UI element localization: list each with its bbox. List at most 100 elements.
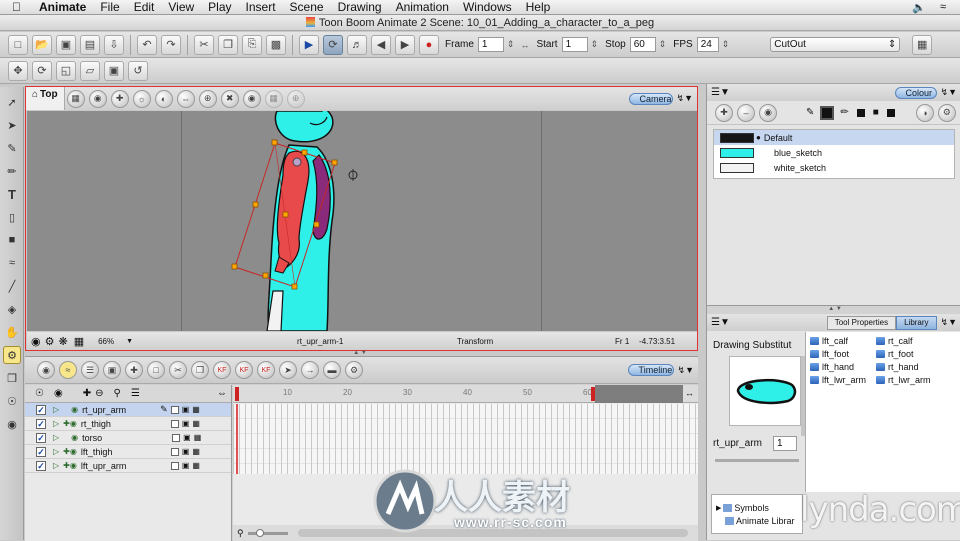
- start-field[interactable]: 1: [561, 37, 588, 52]
- zoom-dropdown-icon[interactable]: ▼: [126, 338, 133, 345]
- ease-icon[interactable]: ▬: [323, 361, 341, 379]
- workspace-select[interactable]: CutOut ⇕: [770, 37, 901, 52]
- stop-field[interactable]: 60: [629, 37, 656, 52]
- layer-settings-icon[interactable]: ▦: [192, 419, 200, 428]
- lock-icon[interactable]: ▣: [103, 361, 121, 379]
- frame-stepper[interactable]: ⇕: [507, 39, 515, 50]
- lock-icon[interactable]: ▣: [182, 405, 190, 414]
- frame-cells[interactable]: [233, 404, 698, 474]
- rotate-icon[interactable]: ⟳: [32, 60, 52, 81]
- line-icon[interactable]: ╱: [3, 277, 21, 295]
- add-keyframe-icon[interactable]: KF: [257, 361, 275, 379]
- current-colour-swatch[interactable]: [820, 105, 835, 120]
- library-item[interactable]: rt_calf: [876, 334, 931, 347]
- expand-icon[interactable]: ▷: [53, 405, 59, 414]
- layer-settings-icon[interactable]: ▦: [194, 433, 202, 442]
- library-item[interactable]: lft_lwr_arm: [810, 373, 872, 386]
- expand-timeline-icon[interactable]: ↔: [685, 388, 694, 398]
- fill-swatch-alt[interactable]: [886, 108, 895, 117]
- flip-icon[interactable]: ⇔: [176, 89, 195, 108]
- library-item[interactable]: rt_hand: [876, 360, 931, 373]
- collapse-icon[interactable]: ⇔: [217, 388, 227, 399]
- layer-row[interactable]: ✓ ▷ ◉ torso ▣ ▦: [25, 431, 231, 445]
- open-folder-icon[interactable]: 📂: [32, 34, 52, 55]
- library-item[interactable]: rt_foot: [876, 347, 931, 360]
- palette-icon[interactable]: ◉: [759, 103, 777, 122]
- layer-visible-checkbox[interactable]: ✓: [36, 446, 46, 457]
- lock-icon[interactable]: ▣: [182, 461, 190, 470]
- layer-color-swatch[interactable]: [170, 447, 179, 456]
- redo-icon[interactable]: ↷: [161, 34, 181, 55]
- layer-name[interactable]: rt_upr_arm: [82, 405, 160, 415]
- layer-color-swatch[interactable]: [170, 405, 179, 414]
- brush-swatch-icon[interactable]: ✎: [806, 107, 814, 118]
- layer-name[interactable]: lft_upr_arm: [81, 461, 159, 471]
- library-item[interactable]: lft_foot: [810, 347, 872, 360]
- layer-visible-checkbox[interactable]: ✓: [36, 404, 46, 415]
- library-item[interactable]: lft_calf: [810, 334, 872, 347]
- colour-swatch[interactable]: [720, 147, 754, 158]
- skew-icon[interactable]: ▱: [80, 60, 100, 81]
- drawing-number-field[interactable]: 1: [773, 436, 797, 451]
- layer-color-swatch[interactable]: [172, 433, 181, 442]
- panel-menu-icon[interactable]: ↯▼: [941, 317, 957, 328]
- expand-icon[interactable]: ▶: [716, 504, 721, 512]
- bone-icon[interactable]: ❒: [3, 369, 21, 387]
- grid-toggle-icon[interactable]: ◉: [31, 335, 41, 348]
- colour-swatch[interactable]: [720, 132, 754, 143]
- tree-item-symbols[interactable]: ▶ Symbols: [716, 501, 802, 514]
- workspace-icon[interactable]: ▦: [912, 34, 933, 55]
- transform-icon[interactable]: ⚙: [3, 346, 21, 364]
- field-guide-icon[interactable]: ▦: [264, 89, 283, 108]
- copy-icon[interactable]: ❐: [218, 34, 238, 55]
- timeline-tab[interactable]: Timeline: [627, 364, 674, 376]
- loop-icon[interactable]: ⟳: [323, 34, 343, 55]
- layer-row[interactable]: ✓ ▷ ◉ rt_upr_arm ✎ ▣ ▦: [25, 403, 231, 417]
- layer-name[interactable]: lft_thigh: [81, 447, 159, 457]
- motion-icon[interactable]: ➤: [279, 361, 297, 379]
- pencil-icon[interactable]: ✏: [840, 107, 848, 118]
- wifi-icon[interactable]: ≈: [940, 1, 946, 14]
- filter-icon[interactable]: ☰: [131, 388, 140, 399]
- layer-visible-checkbox[interactable]: ✓: [36, 418, 46, 429]
- menu-edit[interactable]: Edit: [127, 0, 162, 14]
- menu-animation[interactable]: Animation: [389, 0, 456, 14]
- sound-icon[interactable]: ♬: [347, 34, 367, 55]
- zoom-slider[interactable]: [247, 528, 288, 537]
- colour-swatch[interactable]: [720, 162, 754, 173]
- tool-properties-tab[interactable]: Tool Properties: [826, 315, 897, 330]
- contour-editor-icon[interactable]: ➤: [3, 116, 21, 134]
- colour-swatch-row[interactable]: white_sketch: [714, 160, 954, 175]
- close-icon[interactable]: ✖: [220, 89, 239, 108]
- palette-list-icon[interactable]: ☰▼: [711, 87, 730, 98]
- scale-icon[interactable]: ◱: [56, 60, 76, 81]
- drawing-stage[interactable]: [27, 111, 697, 331]
- frame-field[interactable]: 1: [477, 37, 504, 52]
- character-drawing[interactable]: [27, 111, 697, 331]
- lock-icon[interactable]: ◉: [54, 388, 63, 399]
- shade-icon[interactable]: ◐: [154, 89, 173, 108]
- paste-icon[interactable]: ⎘: [242, 34, 262, 55]
- add-layer-icon[interactable]: ✚: [83, 388, 91, 399]
- expand-icon[interactable]: ▷: [53, 447, 59, 456]
- lock-icon[interactable]: ▣: [183, 433, 191, 442]
- film-icon[interactable]: ▩: [266, 34, 286, 55]
- tree-item-library[interactable]: Animate Librar: [716, 514, 802, 527]
- layer-color-swatch[interactable]: [170, 419, 179, 428]
- keyframe-icon[interactable]: KF: [213, 361, 231, 379]
- duplicate-icon[interactable]: ❐: [191, 361, 209, 379]
- pencil-icon[interactable]: ✎: [160, 404, 168, 415]
- save-as-icon[interactable]: ▤: [80, 34, 100, 55]
- first-frame-icon[interactable]: ◀: [371, 34, 391, 55]
- layer-row[interactable]: ✓ ▷ ✚◉ rt_thigh ▣ ▦: [25, 417, 231, 431]
- layer-visible-checkbox[interactable]: ✓: [36, 460, 46, 471]
- camera-tab[interactable]: Camera: [628, 92, 673, 105]
- library-list-icon[interactable]: ☰▼: [711, 317, 730, 328]
- colour-settings-icon[interactable]: ⚙: [937, 103, 956, 122]
- menu-insert[interactable]: Insert: [239, 0, 283, 14]
- start-stepper[interactable]: ⇕: [591, 39, 599, 50]
- layer-settings-icon[interactable]: ▦: [192, 405, 200, 414]
- remove-colour-icon[interactable]: –: [737, 103, 755, 122]
- layer-name[interactable]: torso: [82, 433, 160, 443]
- lock-icon[interactable]: ▣: [182, 447, 190, 456]
